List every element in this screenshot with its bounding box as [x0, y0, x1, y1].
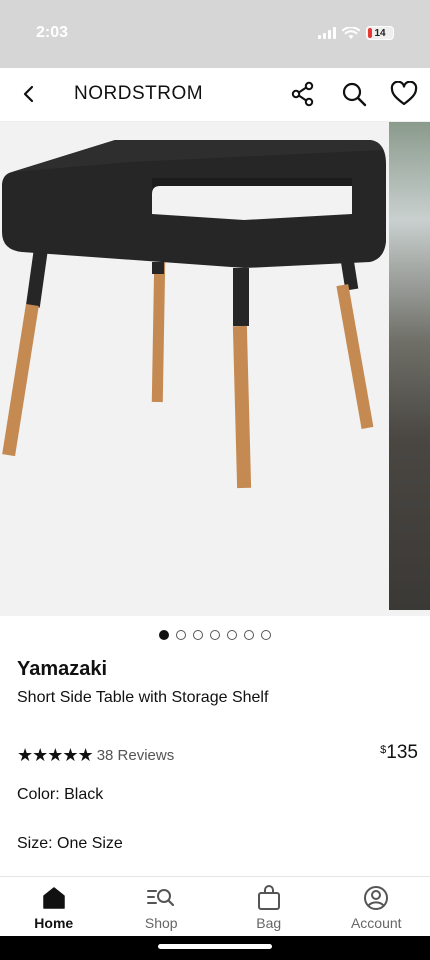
image-gallery[interactable]	[0, 122, 430, 616]
share-button[interactable]	[289, 80, 317, 108]
status-bar: 2:03 14	[0, 0, 430, 68]
currency-symbol: $	[380, 744, 387, 756]
pager-dot[interactable]	[244, 630, 254, 640]
tab-home-label: Home	[34, 915, 74, 931]
pager-dot[interactable]	[261, 630, 271, 640]
shop-search-icon	[147, 889, 175, 907]
search-icon	[342, 82, 367, 107]
pager-dot[interactable]	[210, 630, 220, 640]
heart-icon	[390, 81, 418, 106]
account-icon	[364, 886, 389, 910]
back-button[interactable]	[16, 81, 42, 107]
product-brand[interactable]: Yamazaki	[17, 658, 107, 681]
next-product-image[interactable]	[389, 122, 430, 610]
nav-header: NORDSTROM	[0, 68, 430, 122]
battery-icon: 14	[366, 26, 394, 40]
tab-shop-label: Shop	[144, 915, 178, 931]
back-chevron-icon	[23, 85, 34, 103]
pager-dot[interactable]	[227, 630, 237, 640]
bag-icon	[257, 885, 280, 910]
star-rating: ★★★★★	[17, 745, 94, 765]
tab-shop[interactable]: Shop	[108, 877, 216, 936]
product-price: $135	[380, 742, 418, 764]
wifi-icon	[342, 26, 360, 39]
status-icons: 14	[318, 26, 394, 40]
battery-level: 14	[374, 27, 386, 39]
rating-row[interactable]: ★★★★★ 38 Reviews	[17, 745, 174, 766]
pager-dot[interactable]	[193, 630, 203, 640]
tab-home[interactable]: Home	[0, 877, 108, 936]
image-pager[interactable]	[0, 630, 430, 640]
product-image[interactable]	[0, 122, 386, 616]
status-time: 2:03	[36, 24, 69, 41]
reviews-link[interactable]: 38 Reviews	[97, 747, 175, 764]
wishlist-button[interactable]	[390, 80, 418, 108]
tab-bag-label: Bag	[256, 915, 282, 931]
tab-account[interactable]: Account	[323, 877, 430, 936]
search-button[interactable]	[340, 80, 368, 108]
home-indicator[interactable]	[158, 944, 272, 949]
price-value: 135	[386, 742, 418, 763]
color-selector[interactable]: Color: Black	[17, 786, 103, 804]
pager-dot[interactable]	[159, 630, 169, 640]
brand-logo[interactable]: NORDSTROM	[74, 83, 203, 105]
share-icon	[291, 81, 314, 107]
tab-account-label: Account	[350, 915, 402, 931]
signal-icon	[318, 27, 336, 39]
tab-bag[interactable]: Bag	[215, 877, 323, 936]
home-icon	[43, 887, 65, 909]
product-title: Short Side Table with Storage Shelf	[17, 689, 269, 706]
home-indicator-area	[0, 936, 430, 960]
pager-dot[interactable]	[176, 630, 186, 640]
bottom-tab-bar: Home Shop Bag Account	[0, 876, 430, 936]
size-selector[interactable]: Size: One Size	[17, 835, 123, 853]
